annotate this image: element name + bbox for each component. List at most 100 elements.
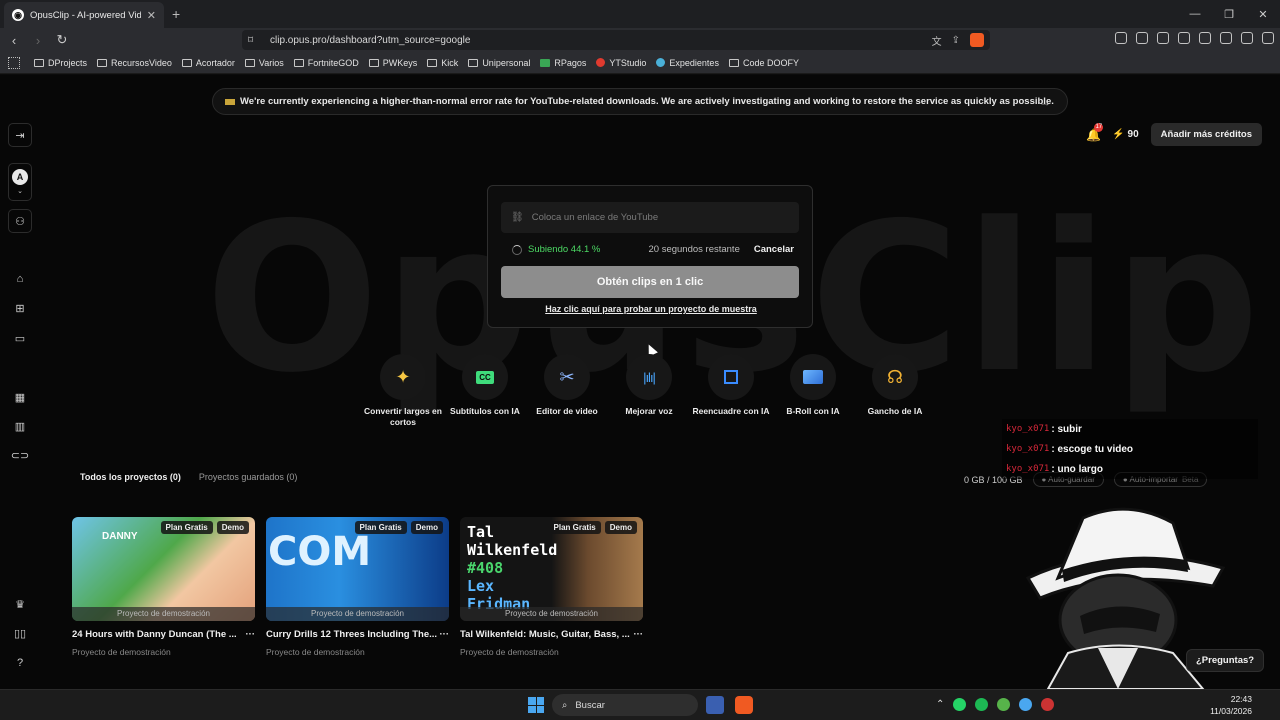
brave-shields-icon[interactable] [970, 33, 984, 47]
chevron-up-icon[interactable]: ⌃ [936, 699, 944, 710]
home-icon[interactable]: ⌂ [8, 267, 32, 291]
bookmark-item[interactable]: Varios [244, 58, 284, 68]
project-subtitle: Proyecto de demostración [266, 647, 365, 657]
tab-saved-projects[interactable]: Proyectos guardados (0) [199, 472, 298, 482]
document-icon [728, 58, 739, 67]
minimize-icon[interactable]: — [1178, 0, 1212, 28]
tools-row: ✦ Convertir largos en cortos CC Subtítul… [362, 354, 936, 428]
bookmark-item[interactable]: FortniteGOD [293, 58, 359, 68]
add-member-icon[interactable]: ⚇ [8, 209, 32, 233]
browser-tab[interactable]: ◉ OpusClip - AI-powered Video Re ✕ [4, 2, 164, 28]
address-bar[interactable]: ⌑ clip.opus.pro/dashboard?utm_source=goo… [242, 30, 990, 50]
translate-icon[interactable]: 文 [932, 33, 942, 48]
project-thumbnail[interactable]: DANNY Plan Gratis Demo Proyecto de demos… [72, 517, 255, 621]
help-chat-button[interactable]: ¿Preguntas? [1186, 649, 1265, 672]
project-tabs: Todos los proyectos (0) Proyectos guarda… [80, 472, 297, 482]
spotify-icon[interactable] [975, 698, 989, 711]
network-icon[interactable] [1019, 698, 1033, 711]
taskbar-app-icon[interactable] [706, 696, 724, 714]
forward-icon[interactable]: › [28, 30, 48, 50]
system-tray: ⌃ [936, 698, 1055, 711]
get-clips-button[interactable]: Obtén clips en 1 clic [501, 266, 799, 298]
tool-long-to-shorts[interactable]: ✦ Convertir largos en cortos [362, 354, 444, 428]
extension-icon[interactable] [1115, 32, 1127, 44]
url-text[interactable]: clip.opus.pro/dashboard?utm_source=googl… [270, 35, 470, 46]
bookmark-item[interactable]: RPagos [540, 58, 586, 68]
tab-title: OpusClip - AI-powered Video Re [30, 9, 141, 21]
share-icon[interactable]: ⇪ [952, 35, 960, 46]
tab-close-icon[interactable]: ✕ [147, 9, 156, 22]
bookmark-item[interactable]: Expedientes [656, 58, 719, 68]
tab-all-projects[interactable]: Todos los proyectos (0) [80, 472, 181, 482]
help-icon[interactable]: ? [8, 651, 32, 675]
menu-icon[interactable] [1262, 32, 1274, 44]
windows-taskbar: ⌕ Buscar ⌃ 22:43 11/03/2026 [0, 689, 1280, 720]
reload-icon[interactable]: ↻ [52, 30, 72, 50]
windows-start-icon[interactable] [528, 697, 544, 713]
close-window-icon[interactable]: ✕ [1246, 0, 1280, 28]
media-icon[interactable] [1157, 32, 1169, 44]
project-card[interactable]: Tal Wilkenfeld #408 Lex Fridman Plan Gra… [460, 517, 643, 657]
bookmark-item[interactable]: DProjects [34, 58, 87, 68]
plan-badge: Plan Gratis [548, 521, 601, 534]
bookmark-item[interactable]: Kick [427, 58, 458, 68]
more-options-icon[interactable]: ··· [440, 629, 450, 640]
whatsapp-icon[interactable] [953, 698, 967, 711]
arrow-right-icon[interactable]: → [1039, 95, 1051, 109]
project-thumbnail[interactable]: Tal Wilkenfeld #408 Lex Fridman Plan Gra… [460, 517, 643, 621]
restore-icon[interactable]: ❐ [1212, 0, 1246, 28]
demo-badge: Demo [216, 521, 249, 534]
add-credits-button[interactable]: Añadir más créditos [1150, 123, 1262, 146]
apps-grid-icon[interactable] [8, 56, 20, 69]
taskbar-search[interactable]: ⌕ Buscar [552, 694, 698, 716]
book-icon[interactable]: ▯▯ [8, 621, 32, 645]
tool-enhance-voice[interactable]: |ılı| Mejorar voz [608, 354, 690, 428]
project-thumbnail[interactable]: COM Plan Gratis Demo Proyecto de demostr… [266, 517, 449, 621]
back-icon[interactable]: ‹ [4, 30, 24, 50]
project-card[interactable]: DANNY Plan Gratis Demo Proyecto de demos… [72, 517, 255, 657]
chat-message: kyo_x071: subir [1002, 419, 1258, 439]
thumbnail-badges: Plan Gratis Demo [354, 521, 443, 534]
calendar-icon[interactable]: ▦ [8, 385, 32, 409]
folder-icon[interactable]: ▭ [8, 326, 32, 350]
bookmark-item[interactable]: RecursosVideo [97, 58, 172, 68]
sidebar-toggle-icon[interactable] [1178, 32, 1190, 44]
bookmark-item[interactable]: PWKeys [368, 58, 417, 68]
youtube-link-field[interactable]: ⛓ [501, 202, 799, 233]
project-card[interactable]: COM Plan Gratis Demo Proyecto de demostr… [266, 517, 449, 657]
error-banner[interactable]: We're currently experiencing a higher-th… [212, 88, 1068, 115]
tray-app-icon[interactable] [1041, 698, 1055, 711]
vpn-icon[interactable] [1241, 32, 1253, 44]
link-icon[interactable]: ⊂⊃ [8, 443, 32, 467]
sample-project-link[interactable]: Haz clic aquí para probar un proyecto de… [488, 304, 814, 314]
notifications-bell-icon[interactable]: 🔔 17 [1086, 122, 1104, 142]
bookmark-item[interactable]: Acortador [181, 58, 235, 68]
analytics-icon[interactable]: ▥ [8, 414, 32, 438]
leo-icon[interactable] [1220, 32, 1232, 44]
new-tab-icon[interactable]: + [172, 6, 180, 22]
bookmark-item[interactable]: Unipersonal [468, 58, 530, 68]
tray-app-icon[interactable] [997, 698, 1011, 711]
brave-browser-icon[interactable] [735, 696, 753, 714]
notifications-badge: 17 [1094, 122, 1104, 132]
crown-icon[interactable]: ♛ [8, 592, 32, 616]
system-clock[interactable]: 22:43 11/03/2026 [1210, 693, 1252, 717]
wallet-icon[interactable] [1199, 32, 1211, 44]
tool-ai-reframe[interactable]: Reencuadre con IA [690, 354, 772, 428]
tool-ai-broll[interactable]: B-Roll con IA [772, 354, 854, 428]
bookmark-page-icon[interactable]: ⌑ [248, 35, 253, 46]
tool-video-editor[interactable]: ✂ Editor de video [526, 354, 608, 428]
tool-ai-captions[interactable]: CC Subtítulos con IA [444, 354, 526, 428]
bookmark-item[interactable]: YTStudio [596, 58, 646, 68]
workspace-switcher[interactable]: A ⌄ [8, 163, 32, 201]
folder-icon [468, 58, 479, 67]
youtube-link-input[interactable] [531, 212, 782, 223]
tool-ai-hook[interactable]: ☊ Gancho de IA [854, 354, 936, 428]
more-options-icon[interactable]: ··· [246, 629, 256, 640]
more-options-icon[interactable]: ··· [634, 629, 644, 640]
expand-sidebar-icon[interactable]: ⇥ [8, 123, 32, 147]
puzzle-icon[interactable] [1136, 32, 1148, 44]
apps-icon[interactable]: ⊞ [8, 296, 32, 320]
bookmark-item[interactable]: Code DOOFY [728, 58, 799, 68]
cancel-upload-button[interactable]: Cancelar [754, 244, 794, 255]
